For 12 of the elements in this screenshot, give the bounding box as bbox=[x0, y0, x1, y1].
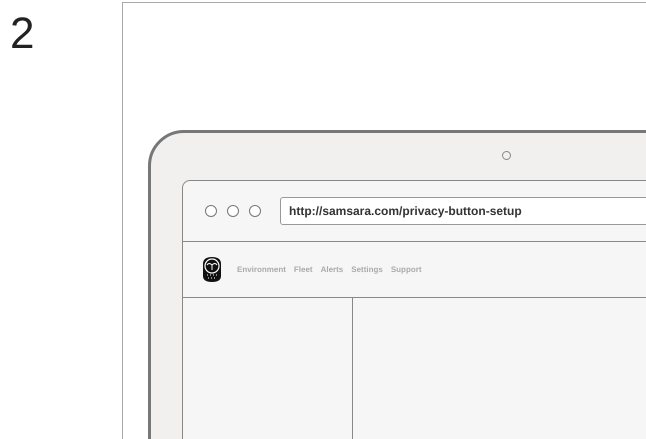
address-bar[interactable]: http://samsara.com/privacy-button-setup bbox=[280, 197, 646, 225]
window-control-icon[interactable] bbox=[227, 205, 239, 217]
camera-icon bbox=[502, 151, 511, 160]
owl-logo-icon[interactable] bbox=[201, 256, 223, 283]
nav-link[interactable]: Environment bbox=[237, 264, 286, 276]
nav-link[interactable]: Settings bbox=[351, 264, 383, 276]
nav-link[interactable]: Alerts bbox=[320, 264, 344, 276]
step-number: 2 bbox=[10, 12, 34, 56]
nav-link[interactable]: Support bbox=[390, 264, 422, 276]
nav-link[interactable]: Fleet bbox=[294, 264, 313, 276]
window-control-icon[interactable] bbox=[249, 205, 261, 217]
window-control-icon[interactable] bbox=[205, 205, 217, 217]
